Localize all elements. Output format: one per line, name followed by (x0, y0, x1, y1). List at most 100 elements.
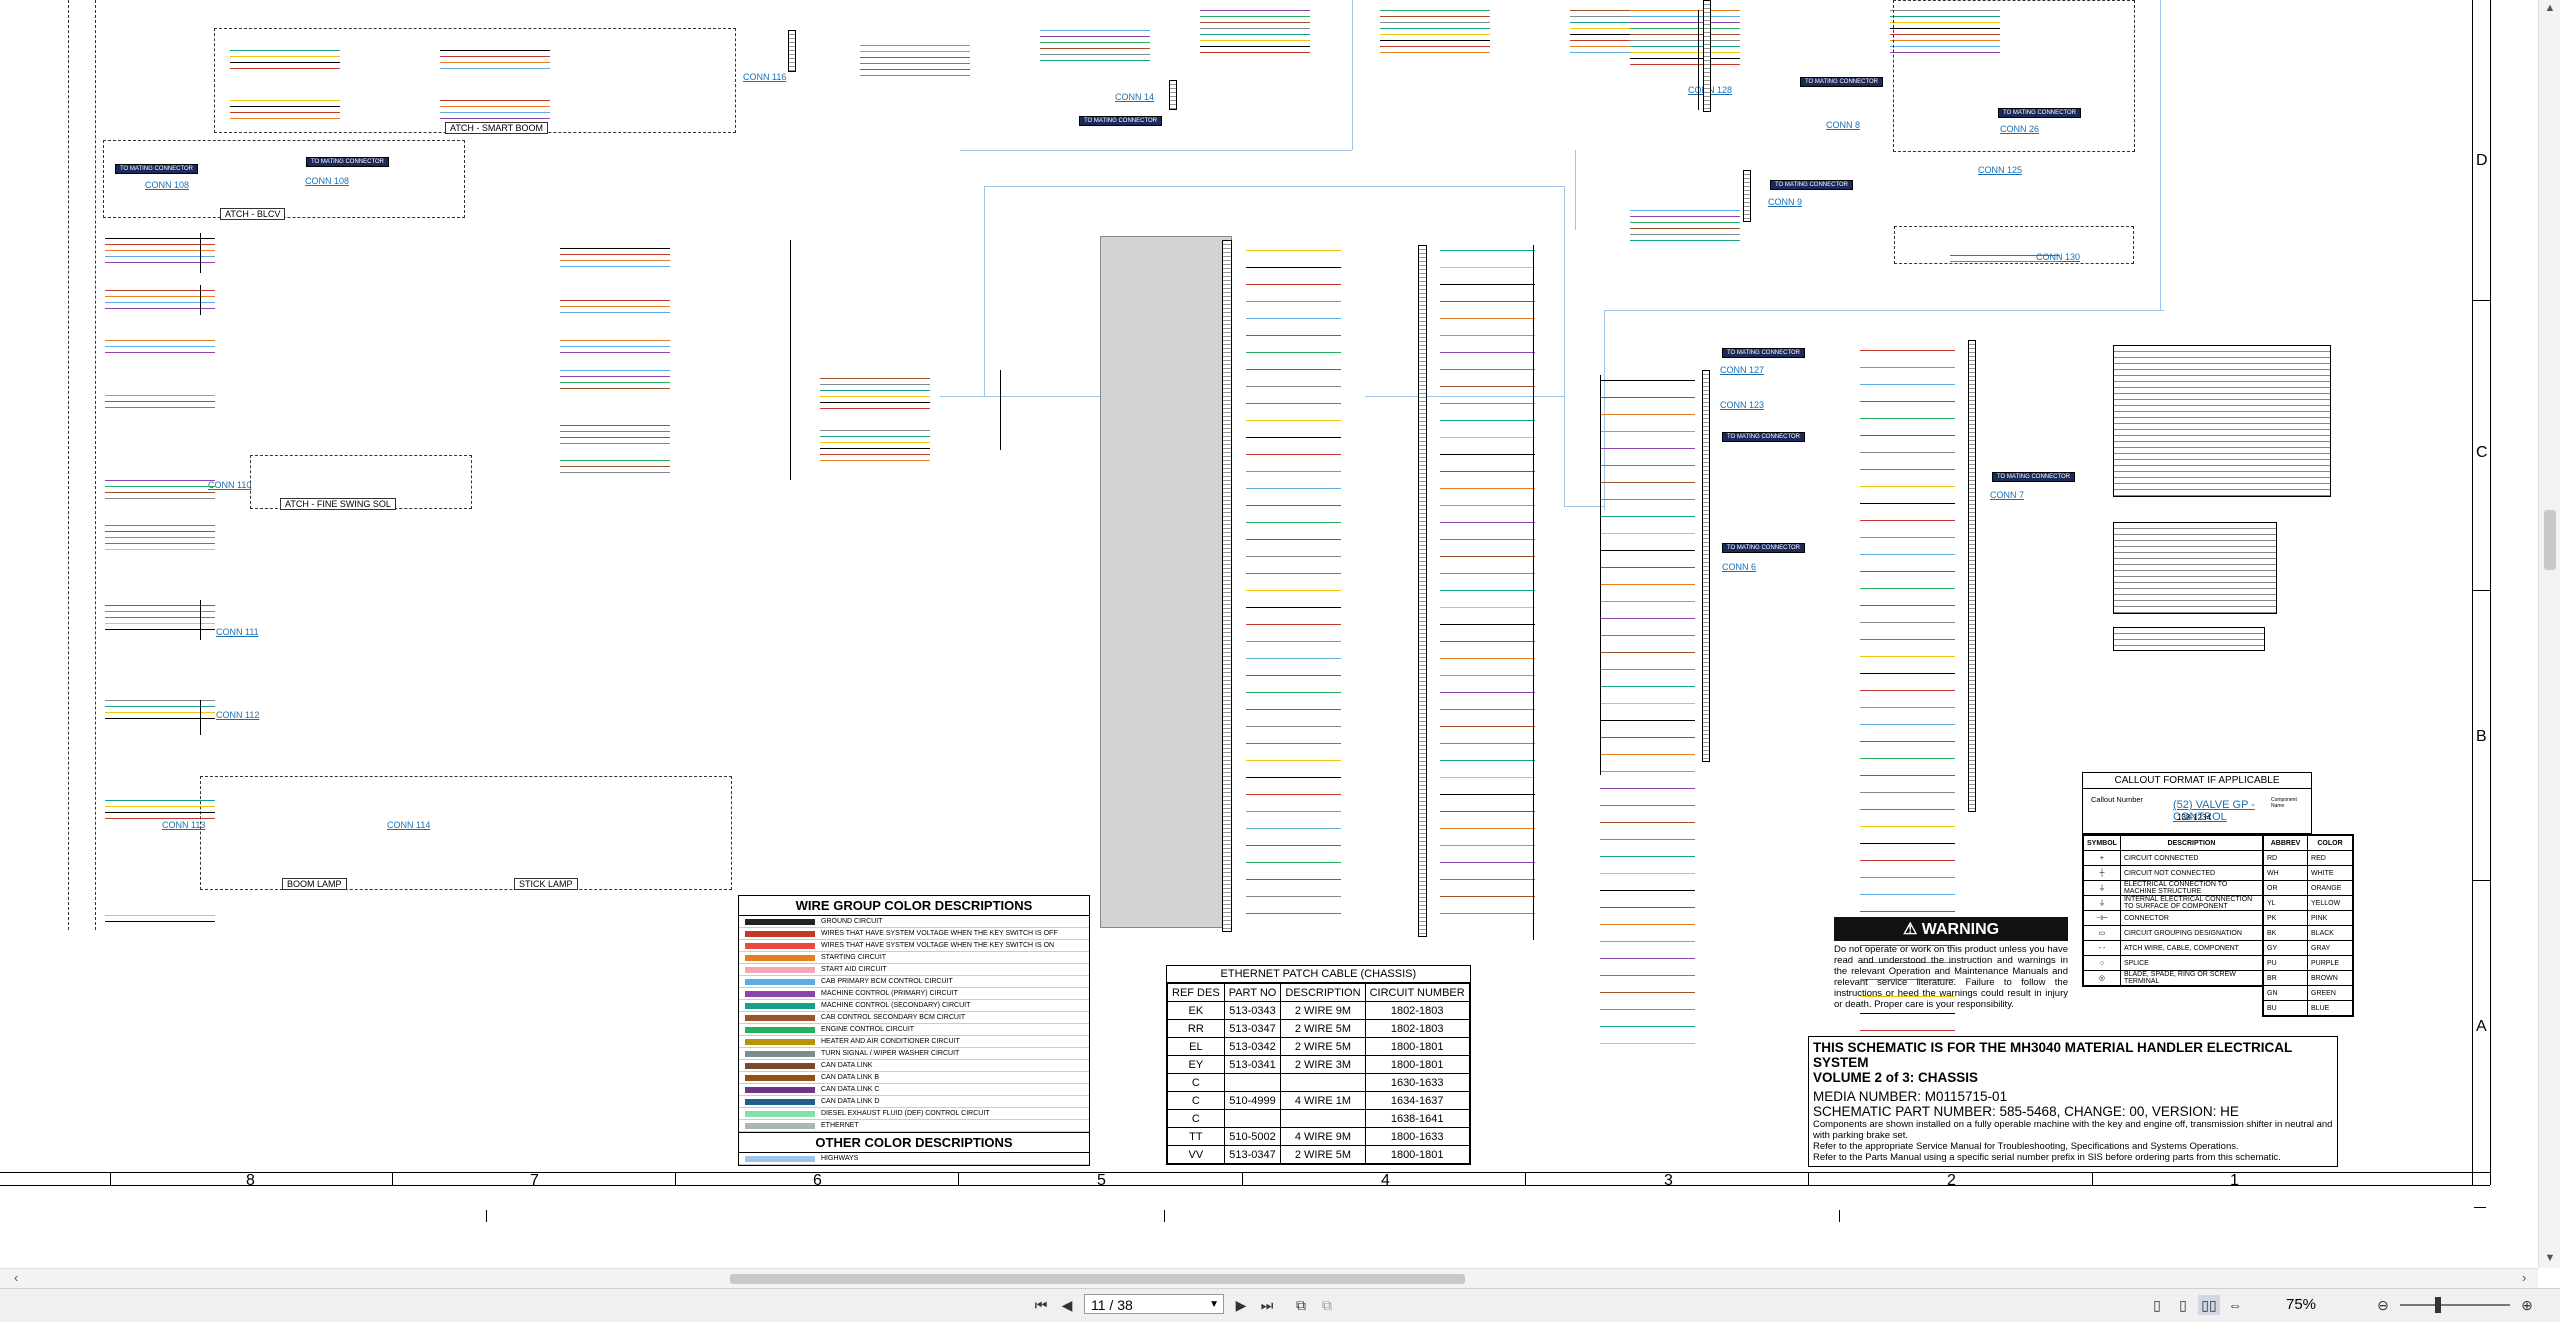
wire-segment (1246, 590, 1341, 591)
fit-width-icon[interactable]: ⇔ (2224, 1295, 2246, 1315)
right-harness-pins (1418, 245, 1427, 937)
conn-14-label[interactable]: CONN 14 (1115, 92, 1154, 102)
wire-segment (1600, 856, 1695, 857)
highway-line (1564, 186, 1565, 506)
wire-color-swatch (745, 1002, 815, 1009)
highway-line (1604, 310, 2164, 311)
conn-116-label[interactable]: CONN 116 (743, 72, 786, 82)
warning-text: Do not operate or work on this product u… (1834, 944, 2068, 1010)
wire-segment (1246, 879, 1341, 880)
wire-color-swatch (745, 1086, 815, 1093)
conn-111-label[interactable]: CONN 111 (216, 627, 259, 637)
wire-segment (1860, 809, 1955, 810)
wire-segment (1440, 811, 1535, 812)
symbol-description: CIRCUIT NOT CONNECTED (2119, 865, 2264, 881)
wire-segment (1600, 465, 1695, 466)
wire-segment (560, 254, 670, 255)
symbol-row: ⊣⊢ CONNECTOR (2083, 910, 2264, 926)
conn-7-label[interactable]: CONN 7 (1990, 490, 2024, 500)
wire-segment (440, 118, 550, 119)
abbrev-cell: GY (2262, 940, 2309, 956)
conn-123-label[interactable]: CONN 123 (1720, 400, 1764, 410)
wire-bus (1600, 375, 1601, 775)
zone-number-8: 8 (246, 1172, 255, 1189)
warning-heading-text: WARNING (1921, 921, 2000, 938)
conn-9-label[interactable]: CONN 9 (1768, 197, 1802, 207)
wire-segment (860, 45, 970, 46)
horizontal-scroll-thumb[interactable] (730, 1274, 1465, 1284)
harness-ref-table-3 (2113, 627, 2265, 651)
zoom-level[interactable]: 75% (2286, 1296, 2316, 1313)
prev-page-icon[interactable]: ◀ (1056, 1295, 1078, 1315)
conn-108-label[interactable]: CONN 108 (305, 176, 349, 186)
wire-segment (1860, 775, 1955, 776)
wire-group-label: CAB PRIMARY BCM CONTROL CIRCUIT (821, 978, 953, 985)
wire-segment (560, 248, 670, 249)
wire-segment (105, 346, 215, 347)
two-page-view-icon[interactable]: ▯▯ (2198, 1295, 2220, 1315)
scroll-right-icon[interactable]: › (2522, 1270, 2526, 1285)
first-page-icon[interactable]: ⏮ (1030, 1295, 1052, 1315)
highway-line (940, 396, 1100, 397)
ethernet-cell: 513-0341 (1223, 1055, 1282, 1074)
ethernet-cell: 1800-1801 (1364, 1037, 1470, 1056)
wire-bus (200, 700, 201, 735)
wire-segment (1860, 673, 1955, 674)
wire-segment (1440, 607, 1535, 608)
zoom-out-icon[interactable]: ⊖ (2372, 1295, 2394, 1315)
vertical-scroll-thumb[interactable] (2544, 510, 2556, 570)
conn-108b-label[interactable]: CONN 108 (145, 180, 189, 190)
wire-segment (1440, 437, 1535, 438)
wire-segment (1440, 828, 1535, 829)
ethernet-cell: 4 WIRE 9M (1280, 1127, 1366, 1146)
wire-bus (200, 233, 201, 273)
symbol-col-head: SYMBOL (2083, 835, 2121, 851)
scroll-up-icon[interactable]: ▲ (2541, 2, 2559, 14)
wire-segment (1246, 862, 1341, 863)
conn-8-label[interactable]: CONN 8 (1826, 120, 1860, 130)
wire-segment (1600, 788, 1695, 789)
conn-125-label[interactable]: CONN 125 (1978, 165, 2022, 175)
conn-113-label[interactable]: CONN 113 (162, 820, 205, 830)
wire-segment (820, 436, 930, 437)
wire-segment (1246, 386, 1341, 387)
single-page-view-icon[interactable]: ▯ (2146, 1295, 2168, 1315)
zoom-slider-track[interactable] (2400, 1304, 2510, 1306)
wire-segment (230, 100, 340, 101)
zone-tick (392, 1172, 393, 1186)
color-col-head: COLOR (2307, 835, 2353, 851)
zoom-in-icon[interactable]: ⊕ (2516, 1295, 2538, 1315)
scroll-down-icon[interactable]: ▼ (2541, 1252, 2559, 1264)
wire-segment (1380, 10, 1490, 11)
conn-6-label[interactable]: CONN 6 (1722, 562, 1756, 572)
wire-segment (1860, 724, 1955, 725)
next-page-icon[interactable]: ▶ (1230, 1295, 1252, 1315)
last-page-icon[interactable]: ⏭ (1256, 1295, 1278, 1315)
harness-ref-table-2 (2113, 522, 2277, 614)
media-number: MEDIA NUMBER: M0115715-01 (1813, 1089, 2008, 1104)
wire-segment (1440, 539, 1535, 540)
zoom-slider-handle[interactable] (2435, 1297, 2441, 1313)
abbrev-cell: BROWN (2307, 970, 2353, 986)
copy-page-icon[interactable]: ⧉ (1316, 1295, 1338, 1315)
abbrev-cell: GRAY (2307, 940, 2353, 956)
wire-segment (560, 300, 670, 301)
wire-segment (1860, 826, 1955, 827)
wire-segment (1246, 811, 1341, 812)
horizontal-scrollbar[interactable]: ‹ › (0, 1268, 2538, 1289)
conn-114-label[interactable]: CONN 114 (387, 820, 430, 830)
schematic-viewport[interactable]: 8 7 6 5 4 3 2 1 D C B A ATCH - SMART BOO… (0, 0, 2538, 1268)
wire-segment (1860, 486, 1955, 487)
wire-segment (1860, 622, 1955, 623)
page-number-select[interactable]: 11 / 38 ▼ (1084, 1294, 1224, 1314)
conn-112-label[interactable]: CONN 112 (216, 710, 259, 720)
vertical-scrollbar[interactable]: ▲ ▼ (2538, 0, 2560, 1268)
conn-127-label[interactable]: CONN 127 (1720, 365, 1764, 375)
conn-110-label[interactable]: CONN 110 (208, 480, 251, 490)
wire-segment (1040, 54, 1150, 55)
wire-segment (105, 812, 215, 813)
view-mode-icon[interactable]: ⧉ (1290, 1295, 1312, 1315)
continuous-view-icon[interactable]: ▯ (2172, 1295, 2194, 1315)
scroll-left-icon[interactable]: ‹ (14, 1270, 18, 1285)
schematic-part-number: SCHEMATIC PART NUMBER: 585-5468, CHANGE:… (1813, 1104, 2239, 1119)
